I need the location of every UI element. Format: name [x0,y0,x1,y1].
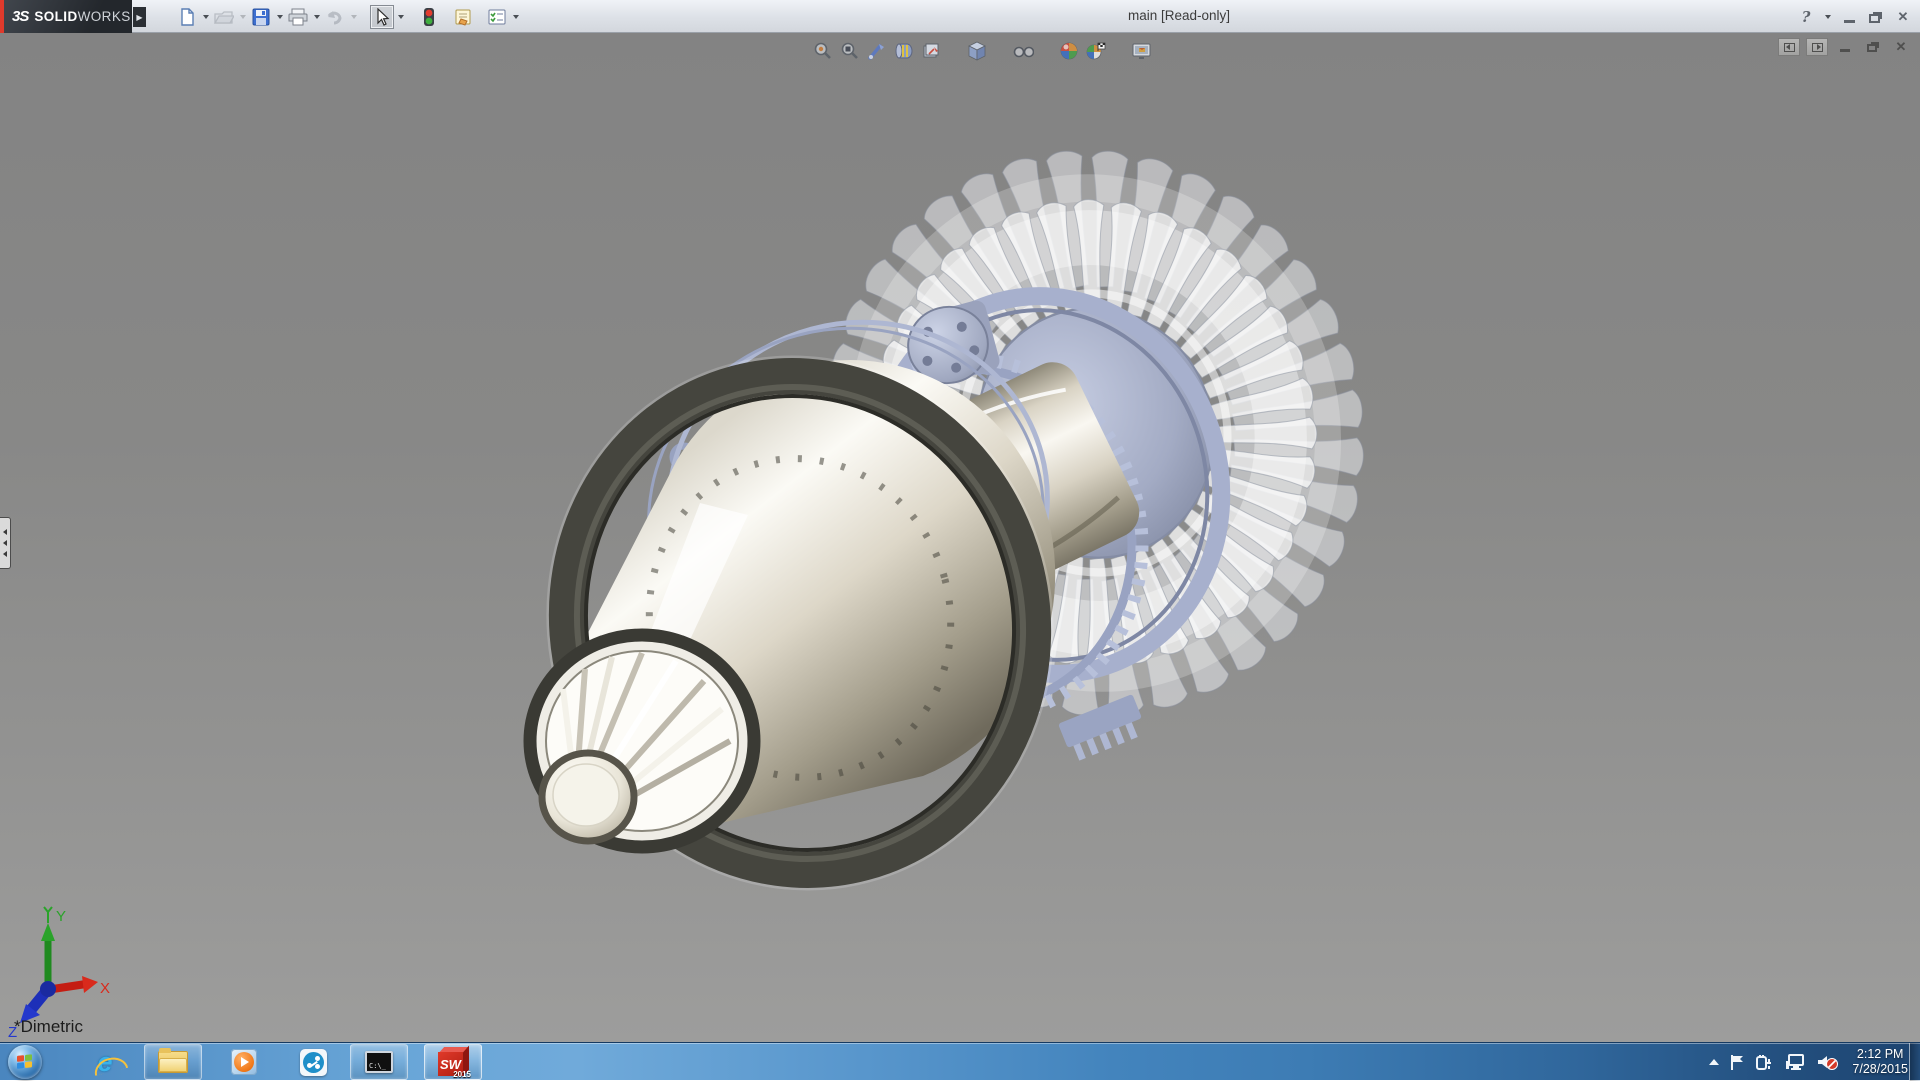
power-plug-icon[interactable] [1755,1053,1775,1071]
standard-toolbar [175,4,522,30]
save-button[interactable] [249,5,273,29]
internet-explorer-icon: e [97,1049,112,1075]
undo-button[interactable] [323,5,347,29]
new-dropdown[interactable] [199,5,212,29]
taskbar-internet-explorer[interactable]: e [76,1044,134,1080]
network-icon[interactable] [1784,1053,1806,1071]
view-orientation-label: *Dimetric [14,1017,83,1037]
windows-taskbar: e C:\_ SW 2015 [0,1042,1920,1080]
solidworks-logo: 3S SOLIDWORKS [4,0,132,33]
media-player-icon [231,1049,257,1075]
help-dropdown[interactable] [1821,5,1834,29]
taskbar-solidworks[interactable]: SW 2015 [424,1044,482,1080]
select-tool-button[interactable] [370,5,394,29]
windows-logo-icon [17,1054,33,1070]
open-button[interactable] [212,5,236,29]
taskbar-share-app[interactable] [284,1044,342,1080]
open-dropdown[interactable] [236,5,249,29]
taskbar-windows-explorer[interactable] [144,1044,202,1080]
folder-icon [158,1051,188,1073]
select-dropdown[interactable] [394,5,407,29]
start-button[interactable] [8,1045,42,1079]
tray-time: 2:12 PM [1857,1047,1904,1062]
solidworks-app-icon: SW 2015 [438,1047,468,1077]
options-button[interactable] [485,5,509,29]
new-document-button[interactable] [175,5,199,29]
system-tray: 2:12 PM 7/28/2015 [1709,1043,1908,1081]
show-hidden-icons-button[interactable] [1709,1059,1719,1065]
help-button[interactable]: ? [1794,7,1818,27]
rebuild-traffic-light-button[interactable] [417,5,441,29]
logo-text-solid: SOLID [34,9,77,24]
axis-x-label: X [100,980,110,997]
save-dropdown[interactable] [273,5,286,29]
taskbar-clock[interactable]: 2:12 PM 7/28/2015 [1852,1047,1908,1077]
axis-y-label: Y [56,908,66,925]
logo-text-works: WORKS [78,9,131,24]
graphics-viewport[interactable]: ✕ [0,33,1920,1042]
turbine-mouth [530,635,754,847]
tray-date: 7/28/2015 [1852,1062,1908,1077]
action-center-flag-icon[interactable] [1728,1053,1746,1071]
menu-expand-arrow[interactable]: ▶ [133,7,146,27]
close-button[interactable]: ✕ [1891,7,1915,27]
file-properties-button[interactable] [451,5,475,29]
title-bar: 3S SOLIDWORKS ▶ [0,0,1920,33]
print-dropdown[interactable] [310,5,323,29]
jet-engine-model: Y X Z [0,33,1920,1042]
restore-button[interactable] [1864,7,1888,27]
taskbar-command-prompt[interactable]: C:\_ [350,1044,408,1080]
window-controls: ? ✕ [1794,5,1915,29]
options-dropdown[interactable] [509,5,522,29]
show-desktop-button[interactable] [1909,1043,1920,1081]
command-prompt-icon: C:\_ [365,1051,393,1073]
volume-muted-icon[interactable] [1815,1052,1839,1072]
taskbar-media-player[interactable] [215,1044,273,1080]
print-button[interactable] [286,5,310,29]
minimize-button[interactable] [1837,7,1861,27]
undo-dropdown[interactable] [347,5,360,29]
share-app-icon [300,1049,327,1076]
ds-logo-mark: 3S [12,8,28,25]
window-title: main [Read-only] [1128,8,1230,23]
